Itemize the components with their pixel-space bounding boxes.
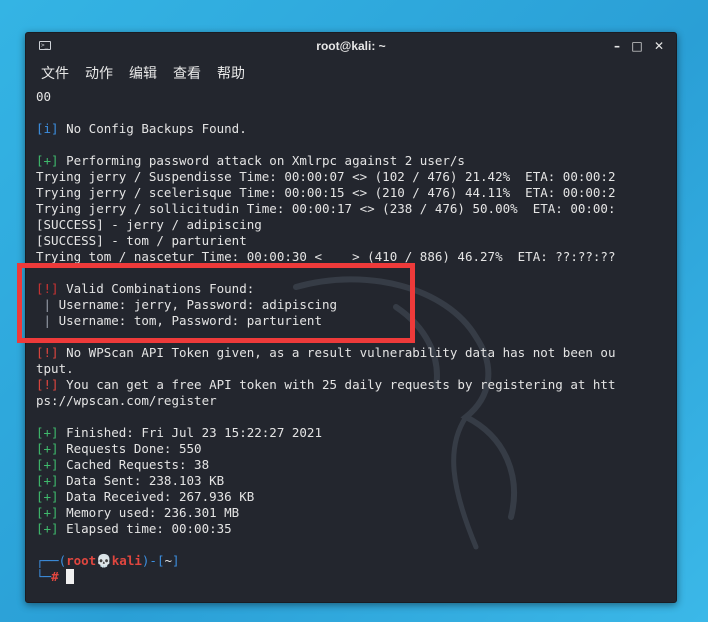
terminal-line: ps://wpscan.com/register (36, 393, 615, 409)
terminal-line: [+] Cached Requests: 38 (36, 457, 615, 473)
terminal-text: Valid Combinations Found: (58, 281, 255, 296)
title-bar[interactable]: >_ root@kali: ~ – □ ✕ (26, 33, 676, 59)
terminal-text: └─ (36, 569, 52, 584)
terminal-line: 00 (36, 89, 615, 105)
terminal-text: No WPScan API Token given, as a result v… (58, 345, 616, 360)
terminal-text: [+] (36, 473, 59, 488)
terminal-line: [i] No Config Backups Found. (36, 121, 615, 137)
terminal-line: | Username: tom, Password: parturient (36, 313, 615, 329)
terminal-line: [+] Data Sent: 238.103 KB (36, 473, 615, 489)
terminal-line: Trying tom / nascetur Time: 00:00:30 < >… (36, 249, 615, 265)
terminal-text: [!] (36, 377, 59, 392)
terminal-line: [+] Data Received: 267.936 KB (36, 489, 615, 505)
menu-help[interactable]: 帮助 (217, 65, 245, 83)
terminal-line: [!] You can get a free API token with 25… (36, 377, 615, 393)
terminal-text: [+] (36, 153, 59, 168)
terminal-line: [+] Requests Done: 550 (36, 441, 615, 457)
terminal-text: [i] (36, 121, 59, 136)
terminal-text: Memory used: 236.301 MB (58, 505, 240, 520)
terminal-text: [+] (36, 505, 59, 520)
text-cursor (66, 569, 75, 584)
terminal-text: Trying jerry / Suspendisse Time: 00:00:0… (36, 169, 616, 184)
terminal-line: [SUCCESS] - jerry / adipiscing (36, 217, 615, 233)
terminal-text: ┌──( (36, 553, 67, 568)
terminal-text: [+] (36, 425, 59, 440)
terminal-lines: 00 [i] No Config Backups Found. [+] Perfor… (36, 89, 615, 585)
terminal-line: ┌──(root💀kali)-[~] (36, 553, 615, 569)
terminal-text: Trying tom / nascetur Time: 00:00:30 < >… (36, 249, 616, 264)
terminal-text: Data Received: 267.936 KB (58, 489, 255, 504)
menu-action[interactable]: 动作 (85, 65, 113, 83)
close-icon[interactable]: ✕ (651, 38, 667, 54)
terminal-text: # (51, 569, 59, 584)
terminal-text: Trying jerry / sollicitudin Time: 00:00:… (36, 201, 616, 216)
terminal-text: [+] (36, 457, 59, 472)
terminal-line: [+] Memory used: 236.301 MB (36, 505, 615, 521)
terminal-text: [SUCCESS] - jerry / adipiscing (36, 217, 262, 232)
terminal-line: [!] No WPScan API Token given, as a resu… (36, 345, 615, 361)
terminal-text: ~ (164, 553, 172, 568)
terminal-text: ] (172, 553, 180, 568)
menu-bar: 文件 动作 编辑 查看 帮助 (26, 59, 676, 87)
terminal-line: [+] Performing password attack on Xmlrpc… (36, 153, 615, 169)
terminal-text: ps://wpscan.com/register (36, 393, 217, 408)
terminal-line: [SUCCESS] - tom / parturient (36, 233, 615, 249)
terminal-text: [!] (36, 345, 59, 360)
terminal-text: Elapsed time: 00:00:35 (58, 521, 232, 536)
menu-view[interactable]: 查看 (173, 65, 201, 83)
terminal-line: Trying jerry / Suspendisse Time: 00:00:0… (36, 169, 615, 185)
minimize-icon[interactable]: – (609, 38, 625, 54)
terminal-line: [+] Finished: Fri Jul 23 15:22:27 2021 (36, 425, 615, 441)
terminal-text: Finished: Fri Jul 23 15:22:27 2021 (58, 425, 322, 440)
terminal-line: [!] Valid Combinations Found: (36, 281, 615, 297)
terminal-text: Requests Done: 550 (58, 441, 202, 456)
terminal-text: [SUCCESS] - tom / parturient (36, 233, 247, 248)
terminal-line: Trying jerry / scelerisque Time: 00:00:1… (36, 185, 615, 201)
terminal-output[interactable]: 00 [i] No Config Backups Found. [+] Perfor… (26, 87, 676, 602)
maximize-icon[interactable]: □ (629, 38, 645, 54)
menu-edit[interactable]: 编辑 (129, 65, 157, 83)
window-title: root@kali: ~ (316, 39, 386, 53)
terminal-text: Username: tom, Password: parturient (58, 313, 322, 328)
menu-file[interactable]: 文件 (41, 65, 69, 83)
terminal-text: You can get a free API token with 25 dai… (58, 377, 616, 392)
terminal-text: Cached Requests: 38 (58, 457, 210, 472)
terminal-text: | (36, 313, 59, 328)
terminal-text: Performing password attack on Xmlrpc aga… (58, 153, 465, 168)
terminal-text: [!] (36, 281, 59, 296)
terminal-line: [+] Elapsed time: 00:00:35 (36, 521, 615, 537)
terminal-line: └─# (36, 569, 615, 585)
terminal-line: Trying jerry / sollicitudin Time: 00:00:… (36, 201, 615, 217)
terminal-text: Username: jerry, Password: adipiscing (58, 297, 338, 312)
terminal-window[interactable]: >_ root@kali: ~ – □ ✕ 文件 动作 编辑 查看 帮助 00 [… (25, 32, 677, 603)
terminal-text: [+] (36, 441, 59, 456)
terminal-text: No Config Backups Found. (58, 121, 247, 136)
desktop-background: >_ root@kali: ~ – □ ✕ 文件 动作 编辑 查看 帮助 00 [… (0, 0, 708, 622)
terminal-text: [+] (36, 521, 59, 536)
terminal-text: 00 (36, 89, 52, 104)
terminal-line: tput. (36, 361, 615, 377)
terminal-text: Trying jerry / scelerisque Time: 00:00:1… (36, 185, 616, 200)
terminal-text: | (36, 297, 59, 312)
terminal-line: | Username: jerry, Password: adipiscing (36, 297, 615, 313)
terminal-text: tput. (36, 361, 74, 376)
terminal-text: root💀kali (66, 553, 142, 568)
terminal-text: Data Sent: 238.103 KB (58, 473, 225, 488)
terminal-text: [+] (36, 489, 59, 504)
terminal-text: )-[ (141, 553, 165, 568)
